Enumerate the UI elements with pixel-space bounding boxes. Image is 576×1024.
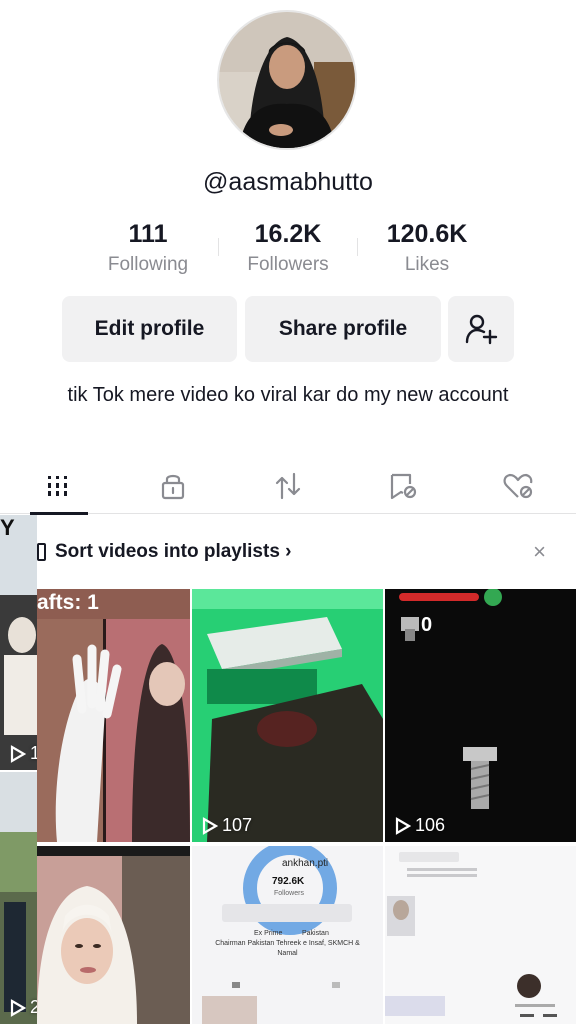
profile-bio: tik Tok mere video ko viral kar do my ne… — [67, 384, 509, 406]
playlist-prompt[interactable]: Sort videos into playlists › × — [37, 517, 576, 587]
following-count: 111 — [128, 220, 168, 248]
lock-icon — [161, 474, 184, 500]
video-preview — [385, 846, 576, 1024]
video-preview — [0, 515, 37, 770]
video-preview — [192, 589, 383, 842]
likes-count: 120.6K — [386, 220, 468, 248]
video-thumbnail[interactable]: 107 — [192, 589, 383, 842]
video-thumbnail[interactable]: 2 — [0, 772, 37, 1024]
add-user-icon — [465, 314, 498, 345]
video-thumbnail[interactable]: 0 106 — [385, 589, 576, 842]
play-icon — [10, 998, 26, 1017]
stat-following[interactable]: 111 Following — [78, 218, 218, 276]
following-label: Following — [107, 254, 189, 275]
followers-label: Followers — [247, 254, 329, 275]
video-thumbnail[interactable]: ankhan.pti 792.6K Followers Ex Prime Pak… — [192, 846, 383, 1024]
video-grid: Y 1 afts: 1 107 0 106 2 ankhan.pti 792.6… — [0, 515, 576, 1024]
tab-videos[interactable] — [0, 458, 115, 515]
overlay-bio-line: Pakistan — [302, 930, 329, 937]
add-friend-button[interactable] — [448, 296, 514, 362]
video-preview — [37, 589, 190, 842]
share-profile-button[interactable]: Share profile — [245, 296, 441, 362]
tab-liked[interactable] — [460, 458, 575, 514]
play-icon — [395, 816, 411, 835]
profile-stats: 111 Following 16.2K Followers 120.6K Lik… — [0, 218, 576, 288]
view-count: 107 — [202, 815, 252, 836]
view-count: 1 — [10, 743, 37, 764]
edit-profile-label: Edit profile — [94, 317, 205, 340]
view-count-text: 1 — [30, 743, 37, 763]
stat-likes[interactable]: 120.6K Likes — [357, 218, 497, 276]
close-icon[interactable]: × — [533, 539, 546, 565]
overlay-bio-line: Namal — [277, 950, 298, 957]
video-thumbnail[interactable]: afts: 1 — [37, 589, 190, 842]
video-preview: 0 — [385, 589, 576, 842]
videos-grid-icon — [47, 476, 67, 496]
play-icon — [202, 816, 218, 835]
share-profile-label: Share profile — [278, 317, 408, 340]
edit-profile-button[interactable]: Edit profile — [62, 296, 237, 362]
likes-label: Likes — [404, 254, 450, 275]
view-count-text: 2 — [30, 997, 37, 1017]
view-count-text: 107 — [222, 815, 253, 835]
playlist-prompt-text: Sort videos into playlists › — [55, 541, 292, 562]
view-count: 106 — [395, 815, 445, 836]
followers-count: 16.2K — [254, 220, 322, 248]
overlay-followers-label: Followers — [274, 890, 304, 897]
video-overlay-text: Y — [0, 515, 15, 540]
saved-icon — [390, 473, 416, 500]
overlay-bio-line: Ex Prime — [254, 930, 283, 937]
play-icon — [10, 744, 26, 763]
username: @aasmabhutto — [203, 168, 373, 196]
video-thumbnail[interactable] — [385, 846, 576, 1024]
playlist-icon — [37, 543, 46, 561]
avatar[interactable] — [217, 10, 357, 150]
tab-saved[interactable] — [345, 458, 460, 514]
video-thumbnail[interactable]: Y 1 — [0, 515, 37, 770]
video-thumbnail[interactable] — [37, 846, 190, 1024]
stat-followers[interactable]: 16.2K Followers — [218, 218, 358, 276]
overlay-handle: ankhan.pti — [282, 858, 329, 869]
view-count-text: 106 — [415, 815, 446, 835]
view-count: 2 — [10, 997, 37, 1018]
video-preview — [0, 772, 37, 1024]
video-preview — [37, 846, 190, 1024]
overlay-followers-count: 792.6K — [272, 876, 305, 887]
liked-icon — [503, 473, 532, 499]
overlay-bio-line: Chairman Pakistan Tehreek e Insaf, SKMCH… — [215, 940, 360, 947]
video-overlay-text: afts: 1 — [37, 591, 99, 614]
repost-icon — [275, 472, 300, 500]
tab-private[interactable] — [115, 458, 230, 514]
tab-reposts[interactable] — [230, 458, 345, 514]
video-preview — [192, 846, 383, 1024]
content-tabs — [0, 458, 576, 515]
svg-text:0: 0 — [421, 614, 432, 636]
